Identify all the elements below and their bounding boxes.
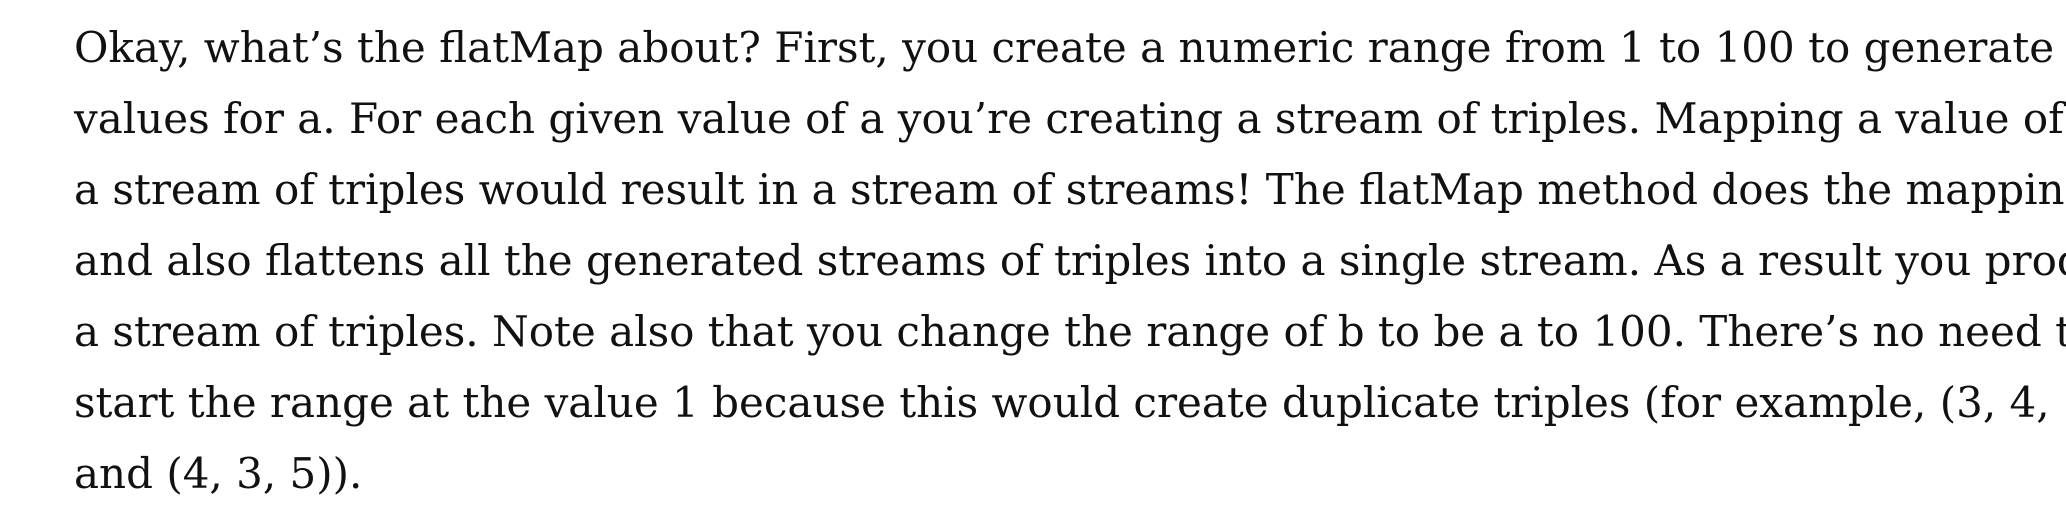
paragraph-line: a stream of triples would result in a st… — [74, 165, 2066, 214]
paragraph-line: and (4, 3, 5)). — [74, 449, 363, 498]
body-paragraph: Okay, what’s the flatMap about? First, y… — [74, 12, 2066, 509]
paragraph-line: start the range at the value 1 because t… — [74, 378, 2066, 427]
paragraph-line: a stream of triples. Note also that you … — [74, 307, 2066, 356]
paragraph-line: values for a. For each given value of a … — [74, 94, 2066, 143]
paragraph-line: Okay, what’s the flatMap about? First, y… — [74, 23, 2055, 72]
paragraph-line: and also flattens all the generated stre… — [74, 236, 2066, 285]
document-page: Okay, what’s the flatMap about? First, y… — [74, 12, 2066, 509]
